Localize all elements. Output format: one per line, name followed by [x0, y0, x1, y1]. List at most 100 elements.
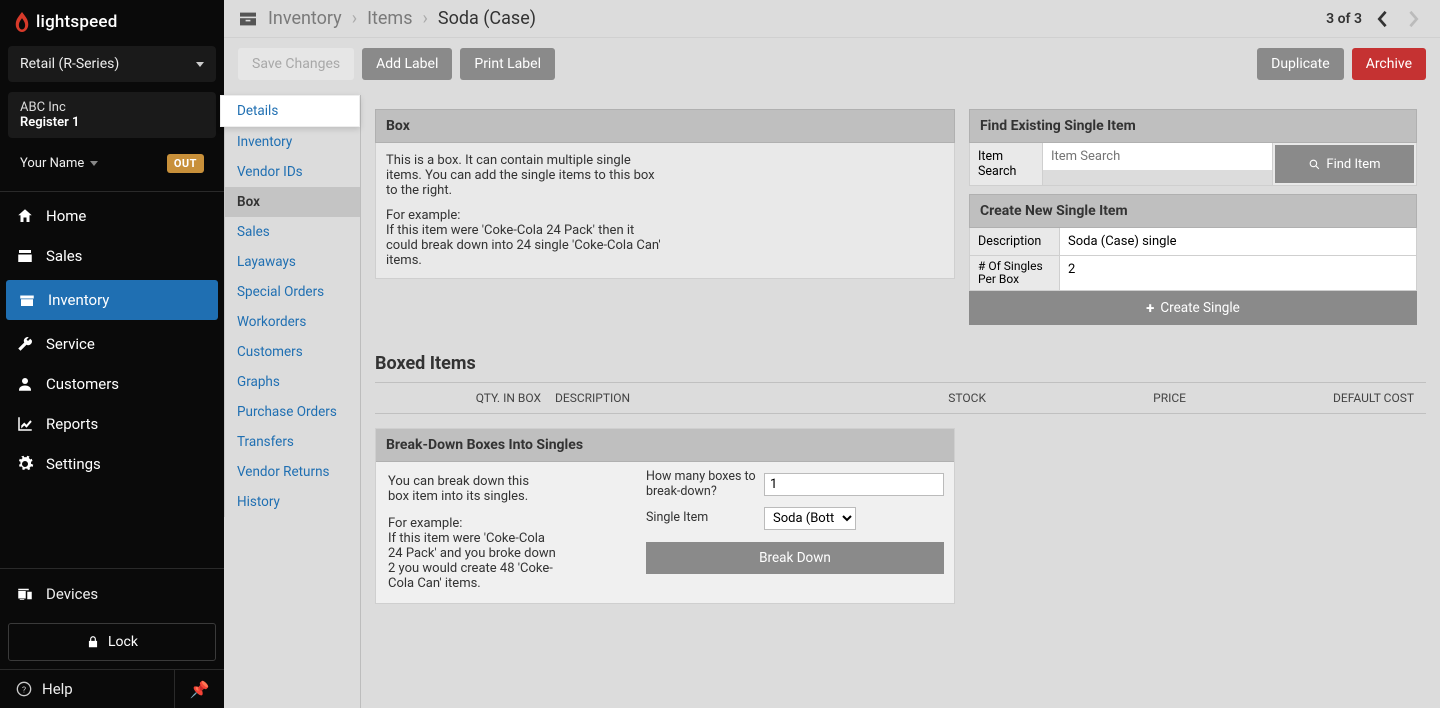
item-tabs: Details Inventory Vendor IDs Box Sales L… [224, 95, 360, 517]
nav-inventory[interactable]: Inventory [6, 280, 218, 320]
search-icon [1308, 158, 1321, 171]
chevron-right-icon: › [352, 8, 357, 29]
tab-purchase-orders[interactable]: Purchase Orders [224, 397, 360, 427]
chevron-left-icon [1376, 10, 1388, 28]
breakdown-desc-2a: For example: [388, 516, 462, 531]
user-name-label: Your Name [20, 156, 84, 171]
pager: 3 of 3 [1326, 7, 1426, 31]
nav-home[interactable]: Home [0, 196, 224, 236]
person-icon [16, 375, 34, 393]
divider [0, 191, 224, 192]
create-single-button[interactable]: + Create Single [969, 291, 1417, 325]
flame-icon [14, 12, 30, 32]
wrench-icon [16, 335, 34, 353]
break-down-button[interactable]: Break Down [646, 542, 944, 574]
help-button[interactable]: ? Help [0, 670, 174, 708]
pager-next[interactable] [1402, 7, 1426, 31]
description-label: Description [970, 228, 1060, 255]
right-column: Find Existing Single Item Item Search Fi… [969, 109, 1417, 333]
nav-label: Sales [46, 247, 82, 265]
tab-graphs[interactable]: Graphs [224, 367, 360, 397]
box-desc-2a: For example: [386, 208, 460, 223]
product-selector[interactable]: Retail (R-Series) [8, 46, 216, 82]
col-stock: STOCK [755, 391, 1126, 405]
box-desc-2b: If this item were 'Coke-Cola 24 Pack' th… [386, 223, 661, 268]
print-label-button[interactable]: Print Label [460, 48, 555, 80]
chart-icon [16, 415, 34, 433]
divider [0, 568, 224, 569]
nav-label: Service [46, 335, 95, 353]
find-item-button[interactable]: Find Item [1275, 145, 1414, 183]
nav-service[interactable]: Service [0, 324, 224, 364]
plus-icon: + [1146, 299, 1154, 317]
tab-special-orders[interactable]: Special Orders [224, 277, 360, 307]
panel-title: Find Existing Single Item [969, 109, 1417, 143]
breadcrumb-items[interactable]: Items [367, 8, 412, 29]
action-bar: Save Changes Add Label Print Label Dupli… [224, 38, 1440, 90]
svg-text:?: ? [22, 685, 26, 695]
single-item-label: Single Item [646, 511, 756, 525]
company-name: ABC Inc [20, 100, 204, 115]
nav-label: Home [46, 207, 86, 225]
devices-icon [16, 585, 34, 603]
sidebar: lightspeed Retail (R-Series) ABC Inc Reg… [0, 0, 224, 708]
nav-label: Customers [46, 375, 119, 393]
clock-out-badge[interactable]: OUT [167, 154, 204, 173]
col-default-cost: DEFAULT COST [1306, 391, 1426, 405]
breadcrumb: Inventory › Items › Soda (Case) [238, 8, 536, 29]
tab-inventory[interactable]: Inventory [224, 127, 360, 157]
add-label-button[interactable]: Add Label [362, 48, 452, 80]
nav-settings[interactable]: Settings [0, 444, 224, 484]
home-icon [16, 207, 34, 225]
nav-customers[interactable]: Customers [0, 364, 224, 404]
col-qty: QTY. IN BOX [375, 391, 555, 405]
archive-button[interactable]: Archive [1352, 48, 1426, 80]
find-item-label: Find Item [1326, 157, 1380, 172]
duplicate-button[interactable]: Duplicate [1257, 48, 1344, 80]
user-row[interactable]: Your Name OUT [8, 148, 216, 179]
tab-customers[interactable]: Customers [224, 337, 360, 367]
panel-title: Create New Single Item [969, 194, 1417, 228]
tab-vendor-ids[interactable]: Vendor IDs [224, 157, 360, 187]
box-info-panel: Box This is a box. It can contain multip… [375, 109, 955, 279]
pager-prev[interactable] [1370, 7, 1394, 31]
tab-workorders[interactable]: Workorders [224, 307, 360, 337]
item-search-input[interactable] [1043, 143, 1272, 170]
nav-devices[interactable]: Devices [0, 573, 224, 615]
single-item-select[interactable]: Soda (Bottle) [764, 507, 856, 530]
description-value[interactable]: Soda (Case) single [1060, 228, 1416, 255]
box-icon [18, 291, 36, 309]
singles-per-box-label: # Of Singles Per Box [970, 256, 1060, 290]
product-selector-label: Retail (R-Series) [20, 56, 119, 72]
chevron-right-icon [1408, 10, 1420, 28]
tab-layaways[interactable]: Layaways [224, 247, 360, 277]
lock-button[interactable]: Lock [8, 623, 216, 661]
lock-icon [86, 635, 100, 649]
boxed-items-header: QTY. IN BOX DESCRIPTION STOCK PRICE DEFA… [375, 382, 1426, 414]
tab-history[interactable]: History [224, 487, 360, 517]
nav-label: Settings [46, 455, 101, 473]
tab-content: Box This is a box. It can contain multip… [360, 95, 1440, 708]
company-register-box[interactable]: ABC Inc Register 1 [8, 92, 216, 138]
breakdown-desc-1: You can break down this box item into it… [388, 474, 548, 504]
create-single-label: Create Single [1160, 300, 1239, 316]
item-search-label: Item Search [969, 143, 1043, 186]
breadcrumb-inventory[interactable]: Inventory [268, 8, 342, 29]
nav-sales[interactable]: Sales [0, 236, 224, 276]
drawer-icon [238, 11, 258, 27]
find-existing-panel: Find Existing Single Item Item Search Fi… [969, 109, 1417, 186]
nav-reports[interactable]: Reports [0, 404, 224, 444]
pin-button[interactable]: 📌 [174, 670, 224, 708]
singles-per-box-value[interactable]: 2 [1060, 256, 1416, 290]
how-many-label: How many boxes to break-down? [646, 470, 756, 499]
tab-details[interactable]: Details [220, 95, 360, 127]
panel-title: Box [375, 109, 955, 143]
tab-transfers[interactable]: Transfers [224, 427, 360, 457]
breakdown-desc-2b: If this item were 'Coke-Cola 24 Pack' an… [388, 531, 556, 591]
tab-vendor-returns[interactable]: Vendor Returns [224, 457, 360, 487]
tab-sales[interactable]: Sales [224, 217, 360, 247]
tab-box[interactable]: Box [224, 187, 360, 217]
caret-down-icon [90, 161, 98, 166]
brand-text: lightspeed [36, 12, 118, 32]
how-many-input[interactable] [764, 473, 944, 496]
